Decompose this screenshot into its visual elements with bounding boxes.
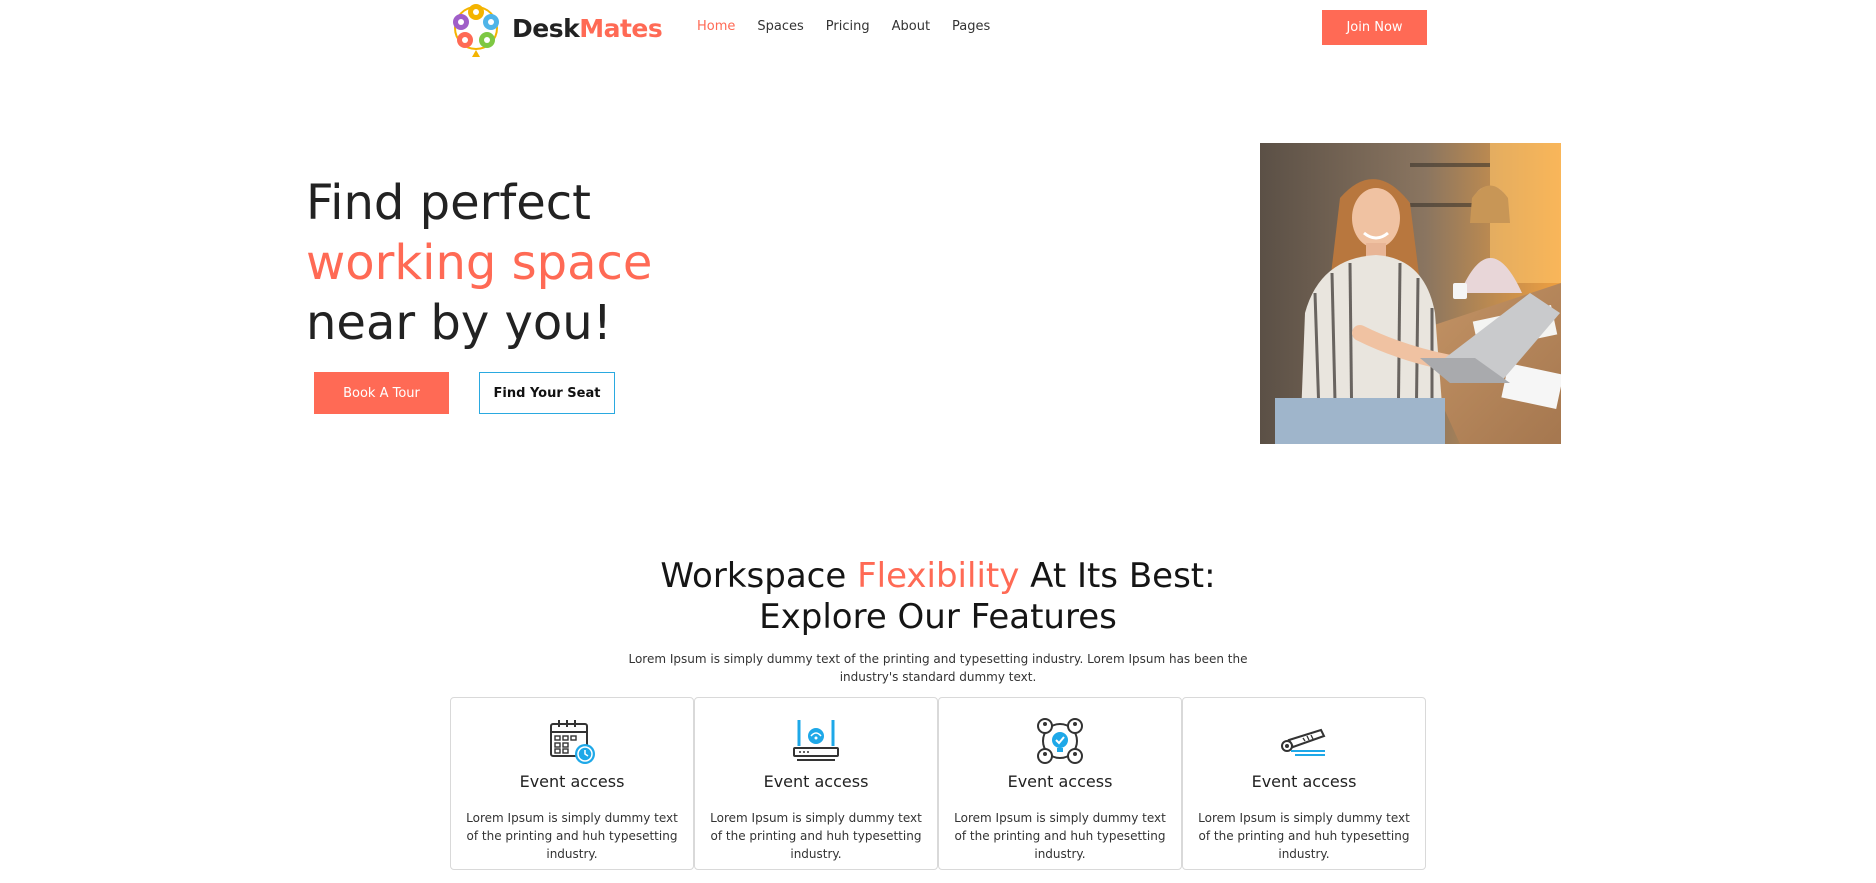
feature-card-title: Event access xyxy=(1251,772,1357,791)
features-heading-accent: Flexibility xyxy=(857,556,1020,596)
features-heading-part2: At Its Best: xyxy=(1019,556,1216,596)
feature-card[interactable]: Event access Lorem Ipsum is simply dummy… xyxy=(1182,697,1426,870)
brand-name-part2: Mates xyxy=(579,14,663,43)
features-heading: Workspace Flexibility At Its Best: Explo… xyxy=(0,556,1876,638)
book-tour-button[interactable]: Book A Tour xyxy=(314,372,449,414)
feature-card-title: Event access xyxy=(763,772,869,791)
feature-cards: Event access Lorem Ipsum is simply dummy… xyxy=(450,697,1426,870)
feature-card-text: Lorem Ipsum is simply dummy text of the … xyxy=(710,811,922,861)
nav-item-pricing[interactable]: Pricing xyxy=(826,19,870,34)
projector-icon xyxy=(1281,728,1326,756)
features-heading-line2: Explore Our Features xyxy=(759,597,1117,637)
feature-card[interactable]: Event access Lorem Ipsum is simply dummy… xyxy=(450,697,694,870)
hero-title-line1: Find perfect xyxy=(306,175,591,231)
nav-item-pages[interactable]: Pages xyxy=(952,19,990,34)
logo-mark-icon xyxy=(453,4,499,57)
feature-card-text: Lorem Ipsum is simply dummy text of the … xyxy=(466,811,678,861)
feature-card-title: Event access xyxy=(519,772,625,791)
hero-title: Find perfect working space near by you! xyxy=(306,173,652,353)
feature-card-text: Lorem Ipsum is simply dummy text of the … xyxy=(1198,811,1410,861)
brand-name: DeskMates xyxy=(512,14,663,43)
wifi-router-icon xyxy=(793,720,839,761)
feature-card[interactable]: Event access Lorem Ipsum is simply dummy… xyxy=(938,697,1182,870)
hero-title-line2: working space xyxy=(306,235,653,291)
features-description: Lorem Ipsum is simply dummy text of the … xyxy=(628,652,1248,684)
hero-photo xyxy=(1260,143,1561,444)
join-now-button[interactable]: Join Now xyxy=(1322,10,1427,45)
find-seat-button[interactable]: Find Your Seat xyxy=(479,372,615,414)
feature-card[interactable]: Event access Lorem Ipsum is simply dummy… xyxy=(694,697,938,870)
feature-card-text: Lorem Ipsum is simply dummy text of the … xyxy=(954,811,1166,861)
main-nav: Home Spaces Pricing About Pages xyxy=(697,19,1012,34)
nav-item-spaces[interactable]: Spaces xyxy=(757,19,803,34)
brand-name-part1: Desk xyxy=(512,14,580,43)
nav-item-about[interactable]: About xyxy=(892,19,930,34)
network-people-icon xyxy=(1037,718,1083,764)
hero-title-line3: near by you! xyxy=(306,295,612,351)
calendar-clock-icon xyxy=(550,720,595,764)
features-heading-part1: Workspace xyxy=(660,556,858,596)
feature-card-title: Event access xyxy=(1007,772,1113,791)
woman-working-on-laptop-photo xyxy=(1260,143,1561,444)
brand-logo[interactable]: DeskMates xyxy=(450,0,663,57)
nav-item-home[interactable]: Home xyxy=(697,19,735,34)
